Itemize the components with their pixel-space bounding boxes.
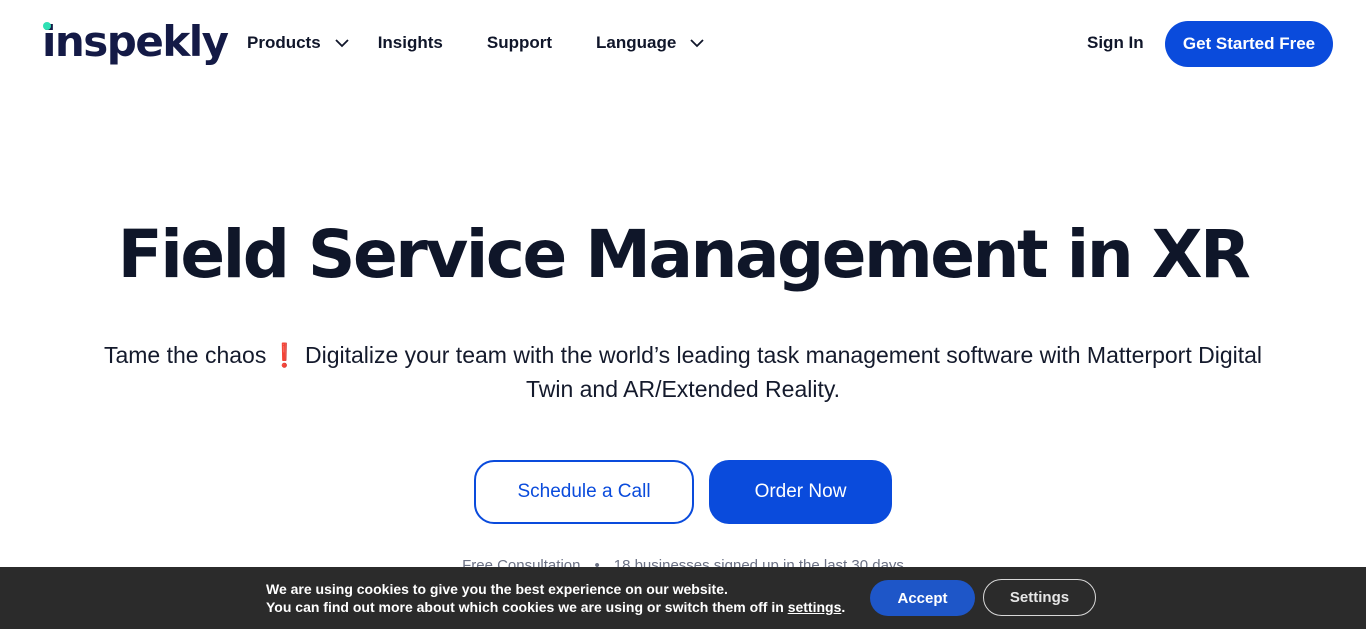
site-header: inspekly Products Insights Support Langu… xyxy=(0,0,1366,88)
cookie-accept-button[interactable]: Accept xyxy=(870,580,975,616)
logo-dot-icon xyxy=(43,22,51,30)
chevron-down-icon xyxy=(335,39,349,48)
nav-language[interactable]: Language xyxy=(596,33,704,53)
cookie-message: We are using cookies to give you the bes… xyxy=(266,580,845,616)
sign-in-link[interactable]: Sign In xyxy=(1087,33,1144,53)
exclamation-icon: ❗ xyxy=(270,342,299,368)
order-now-button[interactable]: Order Now xyxy=(709,460,892,524)
inspekly-logo[interactable]: inspekly xyxy=(42,14,229,70)
nav-support-label: Support xyxy=(486,33,553,52)
cookie-consent-bar: We are using cookies to give you the bes… xyxy=(0,567,1366,629)
cookie-line-1: We are using cookies to give you the bes… xyxy=(266,581,728,597)
nav-insights[interactable]: Insights xyxy=(378,33,443,53)
cookie-settings-link[interactable]: settings xyxy=(788,599,842,615)
nav-products[interactable]: Products xyxy=(247,33,349,53)
cookie-line-2: You can find out more about which cookie… xyxy=(266,598,845,616)
get-started-free-button[interactable]: Get Started Free xyxy=(1165,21,1333,67)
cookie-line-2-period: . xyxy=(841,599,846,615)
nav-products-label: Products xyxy=(247,33,321,52)
logo-text: inspekly xyxy=(42,17,229,66)
hero-subtitle: Tame the chaos ❗ Digitalize your team with… xyxy=(90,338,1276,406)
nav-support[interactable]: Support xyxy=(487,33,552,53)
cookie-settings-button[interactable]: Settings xyxy=(983,579,1096,616)
schedule-call-button[interactable]: Schedule a Call xyxy=(474,460,694,524)
hero-title: Field Service Management in XR xyxy=(117,216,1251,293)
cookie-line-2-text: You can find out more about which cookie… xyxy=(266,599,784,615)
nav-language-label: Language xyxy=(596,33,677,52)
main-nav: Products Insights Support Language xyxy=(247,30,704,56)
nav-insights-label: Insights xyxy=(377,33,443,52)
hero-subtitle-lead: Tame the chaos xyxy=(103,342,267,368)
hero-subtitle-body: Digitalize your team with the world’s le… xyxy=(304,342,1263,402)
chevron-down-icon xyxy=(690,39,704,48)
